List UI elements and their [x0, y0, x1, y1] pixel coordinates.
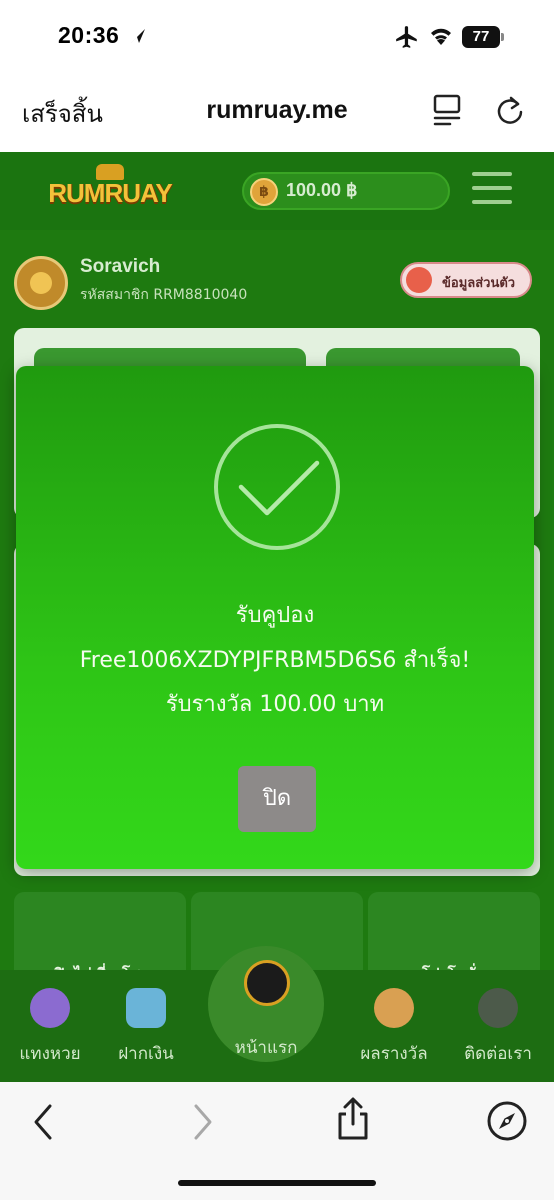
logo-text: RUMRUAY — [48, 178, 173, 208]
url-label[interactable]: rumruay.me — [0, 96, 554, 125]
nav-label: แทงหวย — [19, 1044, 81, 1064]
balance-display[interactable]: ฿ 100.00 ฿ — [242, 172, 450, 210]
forward-icon[interactable] — [188, 1102, 216, 1142]
profile-button-label: ข้อมูลส่วนตัว — [442, 276, 516, 291]
home-icon — [244, 960, 290, 1006]
status-time: 20:36 — [58, 22, 120, 48]
site-bottom-nav: หน้าแรก แทงหวย ฝากเงิน ผลรางวัล ติดต่อเร… — [0, 946, 554, 1082]
check-circle-icon — [214, 424, 340, 550]
home-indicator — [178, 1180, 376, 1186]
airplane-icon — [396, 26, 417, 48]
nav-label: ติดต่อเรา — [464, 1044, 532, 1064]
nav-label: ผลรางวัล — [360, 1044, 428, 1064]
site-header: RUMRUAY ฿ 100.00 ฿ — [0, 152, 554, 230]
back-icon[interactable] — [30, 1102, 58, 1142]
member-id: รหัสสมาชิก RRM8810040 — [80, 287, 248, 303]
coupon-success-modal: รับคูปอง Free1006XZDYPJFRBM5D6S6 สำเร็จ!… — [16, 366, 534, 869]
contact-icon — [478, 988, 518, 1028]
balance-amount: 100.00 ฿ — [286, 180, 358, 200]
compass-icon[interactable] — [486, 1100, 528, 1142]
rumruay-logo[interactable]: RUMRUAY — [40, 164, 180, 216]
lottery-balls-icon — [30, 988, 70, 1028]
deposit-icon — [126, 988, 166, 1028]
share-icon[interactable] — [334, 1096, 372, 1142]
medal-icon — [374, 988, 414, 1028]
profile-button[interactable]: ข้อมูลส่วนตัว — [400, 262, 532, 298]
nav-label: ฝากเงิน — [118, 1044, 174, 1064]
nav-item-contact[interactable]: ติดต่อเรา — [448, 970, 548, 1082]
coupon-code-message: Free1006XZDYPJFRBM5D6S6 สำเร็จ! — [79, 648, 471, 673]
status-bar: 20:36 77 — [0, 0, 554, 74]
hamburger-menu-icon[interactable] — [472, 172, 512, 206]
user-info-row: Soravich รหัสสมาชิก RRM8810040 ข้อมูลส่ว… — [0, 252, 554, 312]
nav-label: หน้าแรก — [234, 1038, 298, 1058]
wifi-icon — [431, 28, 451, 45]
nav-item-lottery[interactable]: แทงหวย — [0, 970, 100, 1082]
location-arrow-icon — [131, 29, 145, 43]
nav-item-results[interactable]: ผลรางวัล — [344, 970, 444, 1082]
baht-coin-icon: ฿ — [250, 178, 278, 206]
username: Soravich — [80, 256, 161, 277]
avatar — [14, 256, 68, 310]
battery-indicator: 77 — [462, 26, 504, 48]
reload-icon[interactable] — [494, 92, 526, 128]
reader-view-icon[interactable] — [432, 92, 464, 128]
reward-message: รับรางวัล 100.00 บาท — [165, 692, 385, 717]
modal-title: รับคูปอง — [235, 603, 315, 628]
close-button[interactable]: ปิด — [238, 766, 316, 832]
nav-item-deposit[interactable]: ฝากเงิน — [96, 970, 196, 1082]
user-icon — [406, 267, 432, 293]
browser-address-bar: เสร็จสิ้น rumruay.me — [0, 74, 554, 152]
home-nav-bubble[interactable]: หน้าแรก — [208, 946, 324, 1062]
